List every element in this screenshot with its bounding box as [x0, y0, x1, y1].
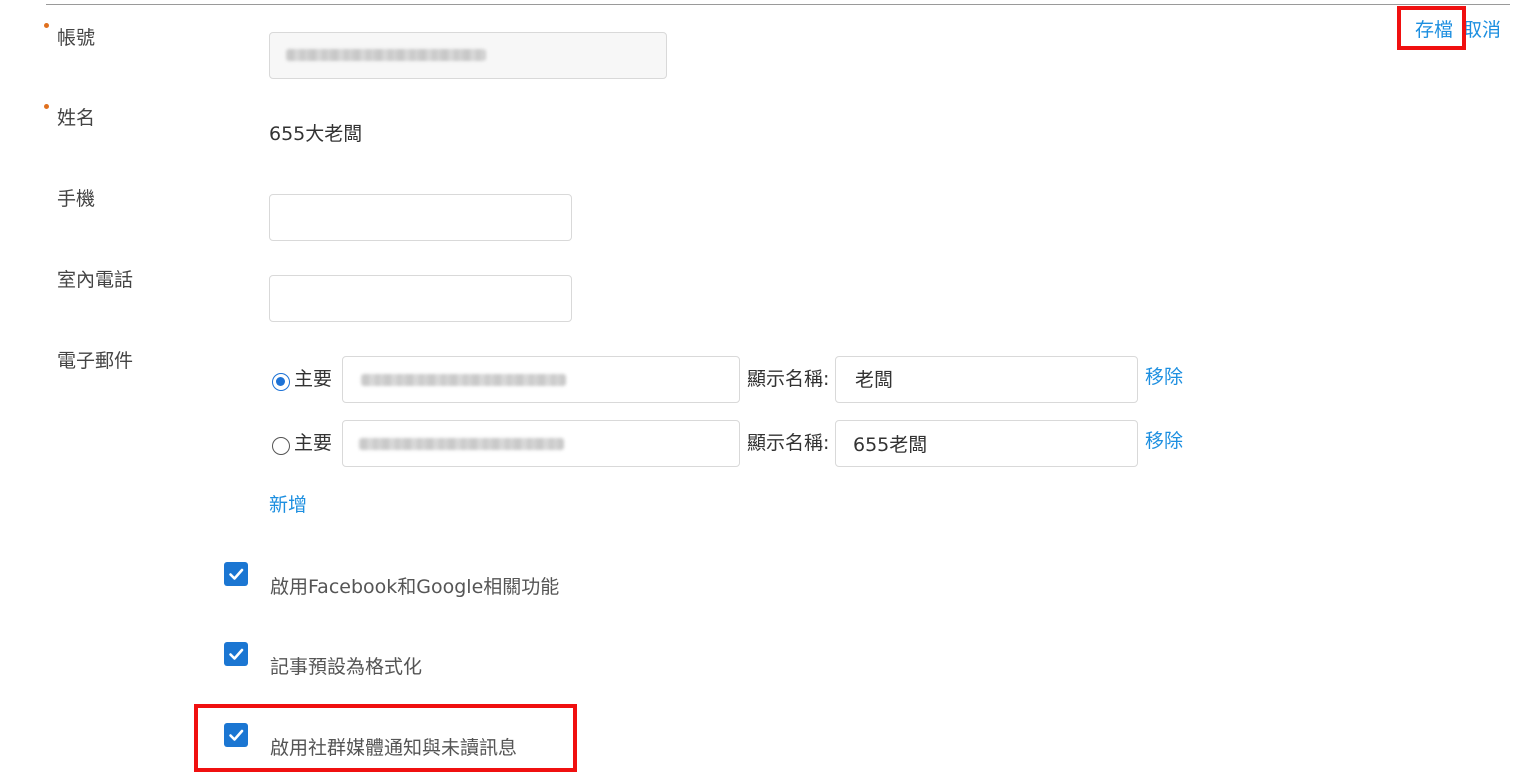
top-divider: [46, 4, 1510, 5]
primary-label: 主要: [294, 432, 333, 454]
facebook-google-option-label: 啟用Facebook和Google相關功能: [270, 576, 560, 598]
account-field: [269, 32, 667, 79]
display-name-input[interactable]: 655老闆: [835, 420, 1138, 467]
required-indicator: [44, 104, 49, 109]
check-icon: [229, 648, 244, 660]
required-indicator: [44, 23, 49, 28]
account-value-redacted: [286, 49, 486, 61]
display-name-input[interactable]: 老闆: [835, 356, 1138, 403]
remove-email-link[interactable]: 移除: [1145, 429, 1183, 453]
display-name-label: 顯示名稱:: [747, 368, 830, 390]
primary-email-radio[interactable]: [272, 437, 290, 455]
primary-label: 主要: [294, 368, 333, 390]
save-highlight-box: [1397, 6, 1466, 50]
email-address-input[interactable]: [342, 356, 740, 403]
email-address-input[interactable]: [342, 420, 740, 467]
check-icon: [229, 568, 244, 580]
mobile-input[interactable]: [269, 194, 572, 241]
social-notifications-highlight-box: [194, 704, 577, 772]
account-label: 帳號: [57, 27, 96, 49]
landline-label: 室內電話: [57, 269, 134, 291]
cancel-link[interactable]: 取消: [1463, 18, 1501, 42]
formatted-notes-checkbox[interactable]: [224, 642, 248, 666]
formatted-notes-option-label: 記事預設為格式化: [270, 656, 423, 678]
mobile-label: 手機: [57, 188, 96, 210]
primary-email-radio[interactable]: [272, 373, 290, 391]
add-email-link[interactable]: 新增: [269, 493, 307, 517]
email-value-redacted: [361, 374, 566, 386]
display-name-value: 655老闆: [853, 434, 928, 456]
remove-email-link[interactable]: 移除: [1145, 365, 1183, 389]
display-name-value: 老闆: [855, 369, 894, 391]
email-value-redacted: [359, 438, 564, 450]
name-value: 655大老闆: [269, 123, 363, 145]
landline-input[interactable]: [269, 275, 572, 322]
display-name-label: 顯示名稱:: [747, 432, 830, 454]
facebook-google-checkbox[interactable]: [224, 562, 248, 586]
email-label: 電子郵件: [57, 350, 134, 372]
name-label: 姓名: [57, 107, 96, 129]
